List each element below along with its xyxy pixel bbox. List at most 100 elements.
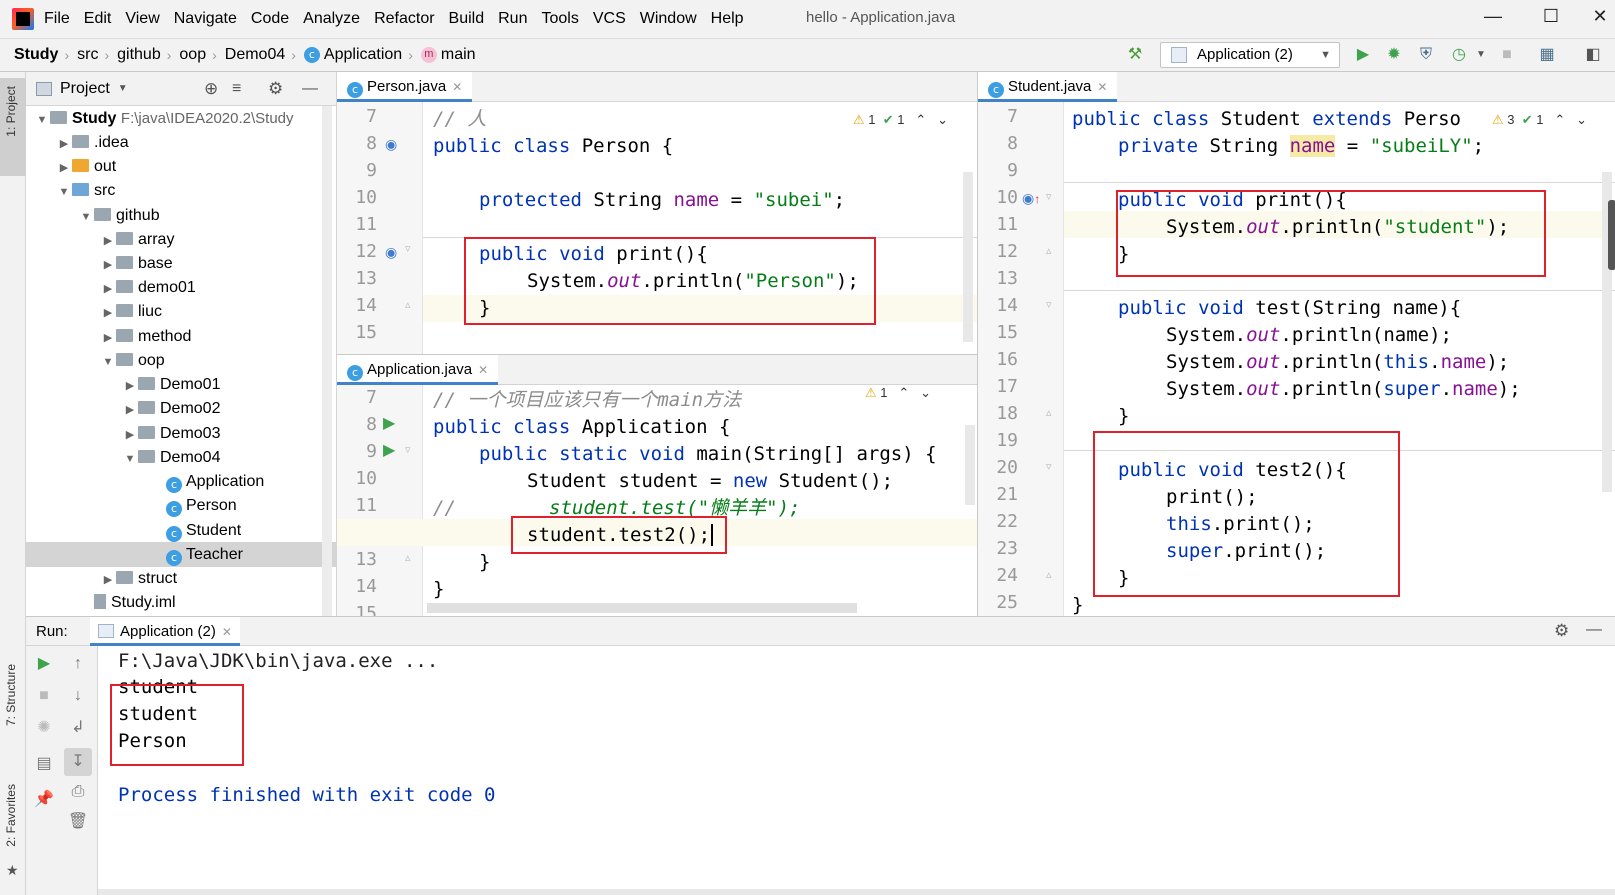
tree-item-teacher[interactable]: c Teacher bbox=[26, 542, 336, 567]
tool-tab-favorites[interactable]: 2: Favorites bbox=[4, 784, 18, 847]
fold-icon[interactable]: ▵ bbox=[405, 551, 411, 564]
code-line-18[interactable]: } bbox=[1118, 403, 1129, 429]
menu-vcs[interactable]: VCS bbox=[593, 10, 626, 28]
chevron-down-icon[interactable]: ▼ bbox=[100, 350, 116, 375]
breadcrumb-application[interactable]: Application bbox=[324, 46, 402, 64]
close-window-icon[interactable]: ✕ bbox=[1585, 6, 1615, 32]
fold-icon[interactable]: ▵ bbox=[1046, 406, 1052, 419]
layout-icon[interactable]: ▤ bbox=[32, 752, 56, 776]
tree-item-demo01-pkg[interactable]: ▶ Demo01 bbox=[122, 372, 221, 397]
code-line-14[interactable]: public void test(String name){ bbox=[1118, 295, 1461, 321]
chevron-down-icon[interactable]: ⌄ bbox=[920, 385, 931, 400]
tree-item-demo03[interactable]: ▶ Demo03 bbox=[122, 421, 221, 446]
tree-scrollbar[interactable] bbox=[322, 106, 332, 626]
locate-icon[interactable]: ⊕ bbox=[204, 79, 218, 99]
run-main-icon[interactable]: ▶ bbox=[383, 440, 395, 460]
fold-icon[interactable]: ▵ bbox=[405, 298, 411, 311]
editor-scrollbar-vertical[interactable] bbox=[965, 425, 975, 505]
fold-icon[interactable]: ▿ bbox=[405, 443, 411, 456]
chevron-down-icon[interactable]: ▼ bbox=[118, 83, 128, 94]
scroll-up-icon[interactable]: ↑ bbox=[66, 652, 90, 676]
breadcrumb-src[interactable]: src bbox=[77, 46, 98, 64]
hide-icon[interactable]: — bbox=[302, 80, 318, 98]
menu-edit[interactable]: Edit bbox=[84, 10, 112, 28]
breadcrumb-demo04[interactable]: Demo04 bbox=[225, 46, 285, 64]
stop-icon[interactable]: ■ bbox=[1496, 44, 1518, 66]
code-line-17[interactable]: System.out.println(super.name); bbox=[1166, 376, 1521, 402]
tree-item-struct[interactable]: ▶ struct bbox=[100, 566, 177, 591]
menu-refactor[interactable]: Refactor bbox=[374, 10, 434, 28]
breadcrumb-oop[interactable]: oop bbox=[179, 46, 206, 64]
run-class-icon[interactable]: ▶ bbox=[383, 413, 395, 433]
editor-scrollbar-horizontal[interactable] bbox=[427, 603, 857, 613]
run-icon[interactable]: ▶ bbox=[1352, 44, 1374, 66]
close-tab-icon[interactable]: ✕ bbox=[222, 625, 232, 639]
minimize-icon[interactable]: — bbox=[1478, 6, 1508, 32]
code-line-7[interactable]: // 人 bbox=[433, 106, 486, 132]
chevron-up-icon[interactable]: ⌃ bbox=[898, 385, 909, 400]
presentation-icon[interactable]: ◧ bbox=[1582, 44, 1604, 66]
project-structure-icon[interactable]: ▦ bbox=[1536, 44, 1558, 66]
code-line-7[interactable]: public class Student extends Perso bbox=[1072, 106, 1461, 132]
soft-wrap-icon[interactable]: ↲ bbox=[66, 716, 90, 740]
code-line-15[interactable]: System.out.println(name); bbox=[1166, 322, 1452, 348]
code-line-11[interactable]: // bbox=[433, 495, 456, 521]
tree-item-application[interactable]: c Application bbox=[166, 469, 264, 494]
chevron-right-icon[interactable]: ▶ bbox=[100, 301, 116, 326]
menu-code[interactable]: Code bbox=[251, 10, 289, 28]
menu-build[interactable]: Build bbox=[449, 10, 485, 28]
maximize-icon[interactable]: ☐ bbox=[1536, 6, 1566, 32]
fold-icon[interactable]: ▿ bbox=[405, 242, 411, 255]
run-tab[interactable]: Application (2) ✕ bbox=[90, 617, 240, 646]
chevron-right-icon[interactable]: ▶ bbox=[122, 398, 138, 423]
tree-item-out[interactable]: ▶ out bbox=[56, 154, 116, 179]
code-line-25[interactable]: } bbox=[1072, 592, 1083, 616]
breadcrumb-main[interactable]: main bbox=[441, 46, 476, 64]
overridden-method-icon[interactable]: ◉ bbox=[385, 136, 397, 153]
tab-student-java[interactable]: c Student.java ✕ bbox=[978, 72, 1118, 102]
overriding-method-icon[interactable]: ◉↑ bbox=[1022, 190, 1040, 207]
chevron-down-icon[interactable]: ▼ bbox=[56, 180, 72, 205]
menu-run[interactable]: Run bbox=[498, 10, 527, 28]
code-line-8[interactable]: private String name = "subeiLY"; bbox=[1118, 133, 1484, 159]
build-hammer-icon[interactable]: ⚒ bbox=[1124, 44, 1146, 66]
inspection-widget[interactable]: ⚠ 1 ✔ 1 ⌃ ⌄ bbox=[853, 112, 948, 128]
run-config-select[interactable]: Application (2) ▼ bbox=[1160, 42, 1340, 68]
tree-item-liuc[interactable]: ▶ liuc bbox=[100, 299, 162, 324]
fold-icon[interactable]: ▵ bbox=[1046, 244, 1052, 257]
tab-person-java[interactable]: c Person.java ✕ bbox=[337, 72, 473, 102]
breadcrumb-github[interactable]: github bbox=[117, 46, 161, 64]
console-output[interactable]: F:\Java\JDK\bin\java.exe ... student stu… bbox=[98, 646, 1615, 895]
tool-tab-structure[interactable]: 7: Structure bbox=[4, 664, 18, 726]
tree-item-array[interactable]: ▶ array bbox=[100, 227, 175, 252]
stop-icon[interactable]: ■ bbox=[32, 684, 56, 708]
editor-scrollbar[interactable] bbox=[963, 172, 973, 342]
code-line-10[interactable]: Student student = new Student(); bbox=[527, 468, 893, 494]
coverage-icon[interactable]: ⛨ bbox=[1415, 44, 1437, 66]
chevron-up-icon[interactable]: ⌃ bbox=[915, 112, 926, 127]
tree-item-oop[interactable]: ▼ oop bbox=[100, 348, 165, 373]
fold-icon[interactable]: ▿ bbox=[1046, 190, 1052, 203]
gear-icon[interactable]: ⚙ bbox=[268, 79, 283, 99]
tree-item-demo04[interactable]: ▼ Demo04 bbox=[122, 445, 221, 470]
code-line-9[interactable]: public static void main(String[] args) { bbox=[479, 441, 937, 467]
menu-window[interactable]: Window bbox=[640, 10, 697, 28]
breadcrumb-study[interactable]: Study bbox=[14, 46, 58, 64]
menu-tools[interactable]: Tools bbox=[541, 10, 578, 28]
code-line-13[interactable]: } bbox=[479, 549, 490, 575]
debug-icon[interactable]: ✹ bbox=[1383, 44, 1405, 66]
tree-item-student[interactable]: c Student bbox=[166, 518, 241, 543]
tree-item-study[interactable]: ▼ Study F:\java\IDEA2020.2\Study bbox=[34, 106, 294, 131]
code-line-8[interactable]: public class Person { bbox=[433, 133, 673, 159]
restore-layout-icon[interactable]: ✺ bbox=[32, 716, 56, 740]
chevron-down-icon[interactable]: ⌄ bbox=[1576, 112, 1587, 127]
menu-navigate[interactable]: Navigate bbox=[174, 10, 237, 28]
trash-icon[interactable]: 🗑 bbox=[66, 810, 90, 834]
tab-application-java[interactable]: c Application.java ✕ bbox=[337, 355, 499, 385]
tree-item-src[interactable]: ▼ src bbox=[56, 178, 116, 205]
rerun-icon[interactable]: ▶ bbox=[32, 652, 56, 676]
inspection-widget[interactable]: ⚠ 3 ✔ 1 ⌃ ⌄ bbox=[1492, 112, 1588, 128]
tree-item-idea[interactable]: ▶ .idea bbox=[56, 130, 129, 155]
collapse-all-icon[interactable]: ≡ bbox=[232, 80, 241, 98]
inspection-widget[interactable]: ⚠ 1 ⌃ ⌄ bbox=[865, 385, 931, 401]
